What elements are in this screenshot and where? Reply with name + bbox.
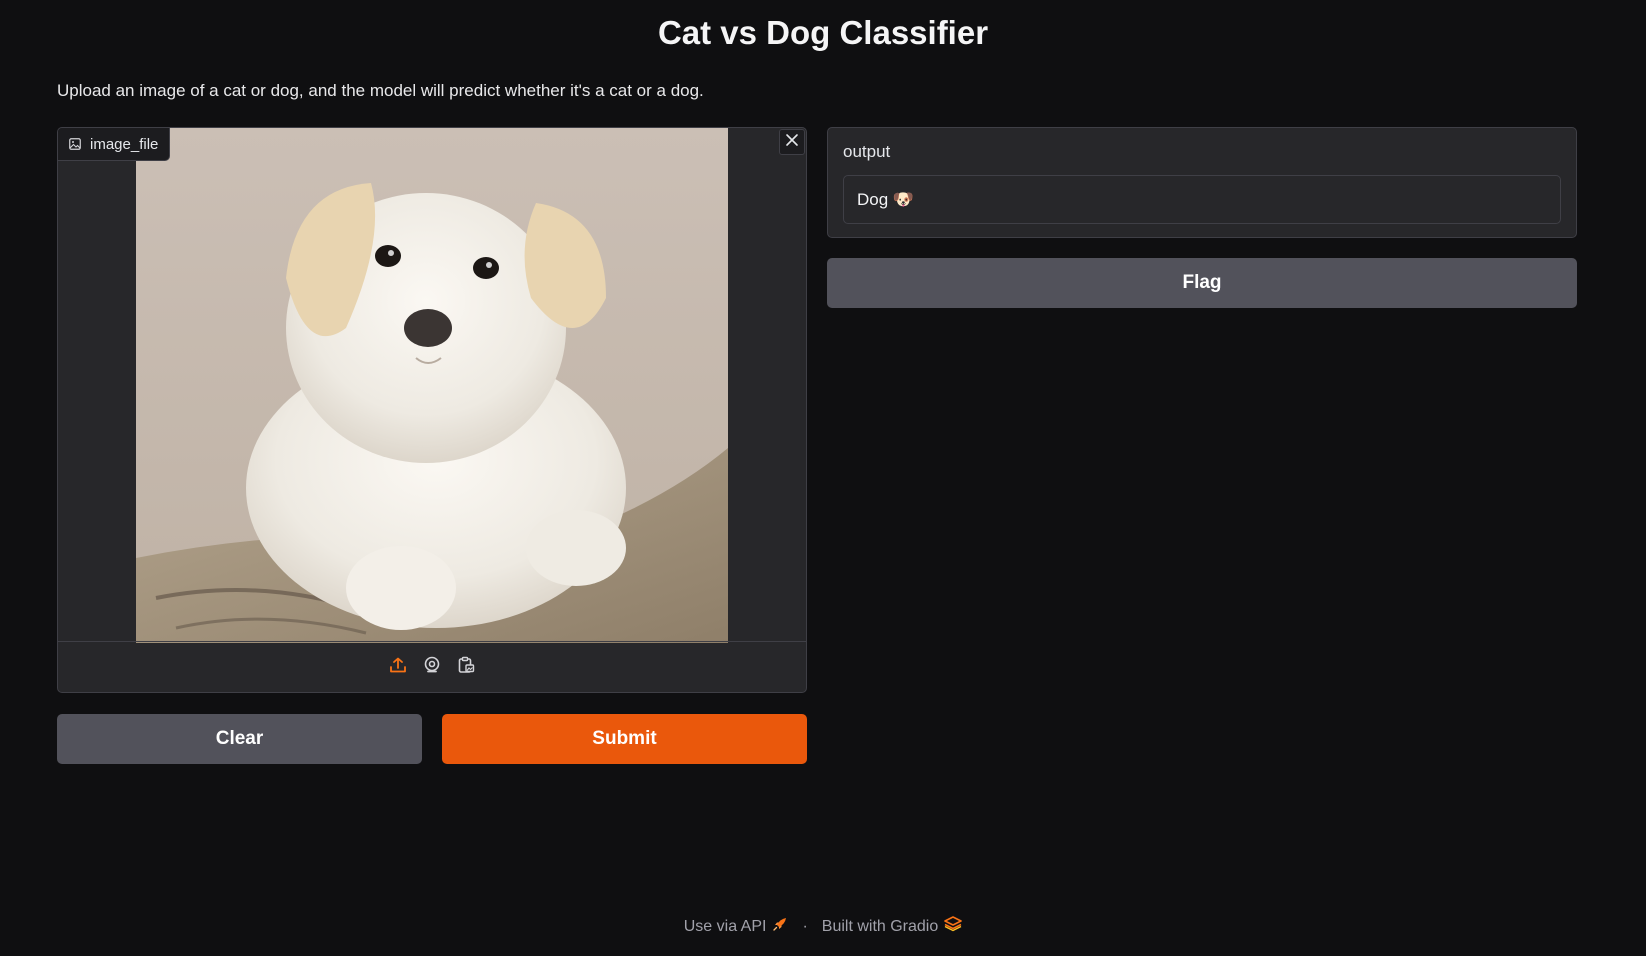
app-description: Upload an image of a cat or dog, and the… xyxy=(57,81,704,100)
gradio-logo-icon xyxy=(944,916,963,937)
image-source-toolbar xyxy=(58,641,806,692)
webcam-button[interactable] xyxy=(422,656,442,679)
uploaded-image xyxy=(136,128,728,643)
upload-button[interactable] xyxy=(388,657,408,677)
puppy-image xyxy=(136,128,728,643)
clipboard-icon xyxy=(457,656,475,679)
use-via-api-link[interactable]: Use via API xyxy=(684,916,789,937)
flag-button[interactable]: Flag xyxy=(827,258,1577,308)
rocket-icon xyxy=(772,916,788,937)
image-icon xyxy=(69,138,81,150)
output-textbox[interactable]: Dog 🐶 xyxy=(843,175,1561,224)
output-panel: output Dog 🐶 xyxy=(827,127,1577,238)
page: Cat vs Dog Classifier Upload an image of… xyxy=(0,0,1646,956)
image-input-label: image_file xyxy=(90,135,159,153)
clear-button[interactable]: Clear xyxy=(57,714,422,764)
submit-button[interactable]: Submit xyxy=(442,714,807,764)
built-with-gradio-link[interactable]: Built with Gradio xyxy=(822,916,963,937)
close-icon xyxy=(785,133,799,152)
output-label: output xyxy=(843,142,891,161)
clear-image-button[interactable] xyxy=(779,129,805,155)
image-input-label-tag: image_file xyxy=(58,128,171,161)
built-with-gradio-label: Built with Gradio xyxy=(821,917,939,935)
footer: Use via API · Built with Gradio xyxy=(0,916,1646,937)
image-input-panel[interactable]: image_file xyxy=(57,127,807,693)
footer-separator: · xyxy=(802,917,808,935)
webcam-icon xyxy=(423,656,441,679)
upload-icon xyxy=(389,656,407,679)
use-via-api-label: Use via API xyxy=(683,917,767,935)
page-title: Cat vs Dog Classifier xyxy=(657,14,989,51)
clipboard-button[interactable] xyxy=(456,656,476,679)
